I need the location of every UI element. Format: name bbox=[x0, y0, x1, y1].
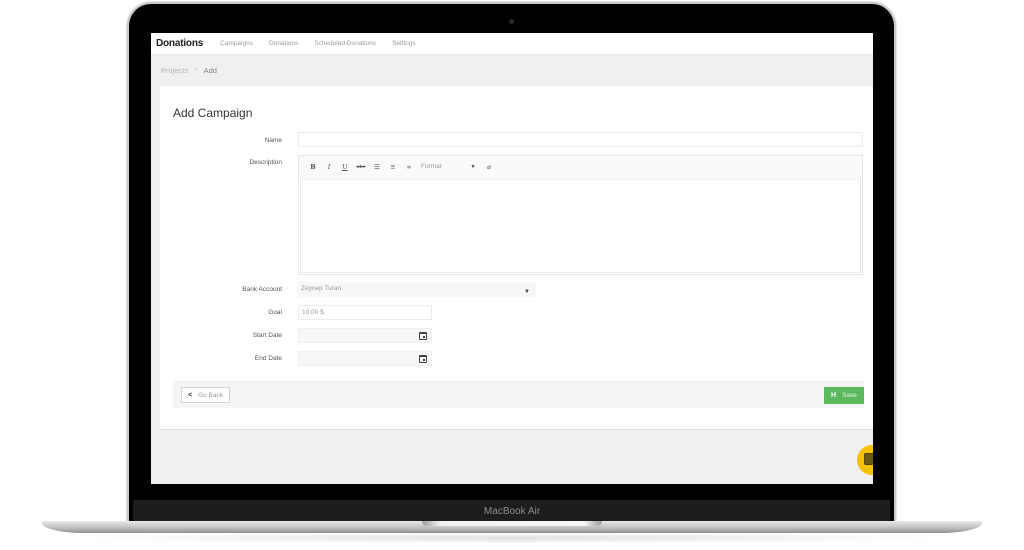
description-editor: B I U abc ☰ ≡ ∞ Format ▼ ⌀ bbox=[298, 155, 863, 275]
chevron-left-icon: < bbox=[187, 391, 193, 399]
chevron-down-icon: ▼ bbox=[524, 289, 530, 295]
name-input[interactable] bbox=[298, 132, 863, 147]
nav-campaigns[interactable]: Campaigns bbox=[220, 40, 253, 47]
go-back-button[interactable]: < Go Back bbox=[181, 387, 230, 403]
calendar-icon[interactable] bbox=[419, 332, 427, 340]
app-brand[interactable]: Donations bbox=[156, 38, 203, 49]
save-label: Save bbox=[842, 392, 857, 399]
format-dropdown[interactable]: Format bbox=[421, 163, 465, 170]
go-back-label: Go Back bbox=[198, 391, 224, 399]
top-navigation: Donations Campaigns Donations Scheduled … bbox=[151, 33, 873, 55]
end-date-label: End Date bbox=[254, 355, 282, 362]
description-textarea[interactable] bbox=[300, 179, 861, 273]
calendar-icon[interactable] bbox=[419, 355, 427, 363]
breadcrumb: Projects > Add bbox=[151, 55, 873, 85]
bank-account-value: Zeynep Turan bbox=[301, 285, 342, 292]
chat-icon bbox=[864, 453, 873, 465]
add-campaign-card: Add Campaign Name Description B I U abc … bbox=[160, 86, 873, 430]
page-title: Add Campaign bbox=[173, 106, 253, 120]
strikethrough-button[interactable]: abc bbox=[353, 164, 369, 170]
goal-label: Goal bbox=[268, 309, 282, 316]
breadcrumb-separator: > bbox=[194, 67, 198, 73]
italic-button[interactable]: I bbox=[321, 163, 337, 171]
editor-toolbar: B I U abc ☰ ≡ ∞ Format ▼ ⌀ bbox=[299, 156, 862, 178]
device-label: MacBook Air bbox=[483, 506, 541, 517]
numbered-list-icon[interactable]: ≡ bbox=[385, 163, 401, 171]
start-date-label: Start Date bbox=[252, 332, 282, 339]
bullet-list-icon[interactable]: ☰ bbox=[369, 163, 385, 171]
breadcrumb-projects[interactable]: Projects bbox=[161, 66, 188, 75]
bold-button[interactable]: B bbox=[305, 163, 321, 171]
bank-account-select[interactable]: Zeynep Turan ▼ bbox=[298, 282, 536, 297]
end-date-input[interactable] bbox=[298, 351, 432, 366]
goal-input[interactable]: 10.00 $ bbox=[298, 305, 432, 320]
bank-account-label: Bank Account bbox=[242, 286, 282, 293]
format-caret-icon[interactable]: ▼ bbox=[465, 164, 481, 170]
nav-settings[interactable]: Settings bbox=[392, 40, 416, 47]
laptop-shadow bbox=[70, 532, 954, 544]
nav-scheduled-donations[interactable]: Scheduled Donations bbox=[314, 40, 376, 47]
underline-button[interactable]: U bbox=[337, 163, 353, 171]
breadcrumb-current: Add bbox=[203, 65, 217, 75]
nav-donations[interactable]: Donations bbox=[269, 40, 298, 47]
form-actions-bar: < Go Back H Save bbox=[173, 381, 864, 408]
floppy-disk-icon: H bbox=[831, 392, 837, 399]
clear-format-icon[interactable]: ⌀ bbox=[481, 163, 497, 171]
webcam bbox=[509, 19, 514, 24]
save-button[interactable]: H Save bbox=[824, 387, 864, 404]
start-date-input[interactable] bbox=[298, 328, 432, 343]
laptop-notch bbox=[422, 521, 602, 526]
app-screen: Donations Campaigns Donations Scheduled … bbox=[151, 33, 873, 484]
link-icon[interactable]: ∞ bbox=[401, 163, 417, 171]
help-chat-button[interactable] bbox=[857, 445, 873, 475]
name-label: Name bbox=[264, 137, 282, 144]
description-label: Description bbox=[249, 159, 282, 166]
